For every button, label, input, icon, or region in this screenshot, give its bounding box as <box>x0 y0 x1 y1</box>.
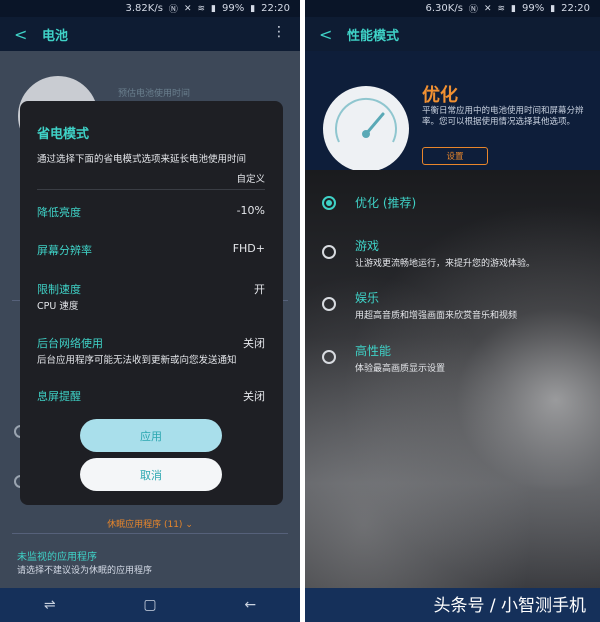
radio-unselected[interactable] <box>322 245 336 259</box>
cancel-button[interactable]: 取消 <box>80 458 222 491</box>
battery-screen: 3.82K/s Ⓝ ✕ ≋ ▮ 99% ▮ 22:20 < 电池 ⋮ 预估电池使… <box>0 0 300 622</box>
dialog-divider <box>37 189 265 190</box>
radio-unselected[interactable] <box>322 297 336 311</box>
back-arrow-icon[interactable]: < <box>14 25 36 44</box>
wifi-icon: ≋ <box>197 3 206 14</box>
chevron-down-icon: ⌄ <box>185 520 193 530</box>
row-screen-off-value: 关闭 <box>243 390 265 403</box>
app-bar: < 电池 ⋮ <box>0 17 300 51</box>
mode-options-list: 优化 (推荐) 游戏 让游戏更流畅地运行，来提升您的游戏体验。 娱乐 用超高音质… <box>305 170 600 588</box>
dialog-description: 通过选择下面的省电模式选项来延长电池使用时间 <box>37 154 247 165</box>
mute-icon: ✕ <box>183 3 192 14</box>
option-description: 用超高音质和增强画面来欣赏音乐和视频 <box>355 311 518 321</box>
option-label: 高性能 <box>355 344 392 358</box>
option-label: 娱乐 <box>355 291 380 305</box>
page-title: 性能模式 <box>347 28 400 44</box>
option-label: 优化 (推荐) <box>355 196 417 210</box>
nfc-icon: Ⓝ <box>468 5 478 15</box>
option-entertainment[interactable]: 娱乐 用超高音质和增强画面来欣赏音乐和视频 <box>305 289 600 339</box>
unmonitored-apps-desc: 请选择不建议设为休眠的应用程序 <box>17 566 153 576</box>
row-brightness-label[interactable]: 降低亮度 <box>37 204 81 220</box>
apply-button[interactable]: 应用 <box>80 419 222 452</box>
status-bar: 3.82K/s Ⓝ ✕ ≋ ▮ 99% ▮ 22:20 <box>0 0 300 17</box>
battery-icon: ▮ <box>250 3 256 14</box>
option-label: 游戏 <box>355 239 380 253</box>
option-description: 让游戏更流畅地运行，来提升您的游戏体验。 <box>355 259 536 269</box>
wifi-icon: ≋ <box>497 3 506 14</box>
row-speed-value: 开 <box>254 283 265 296</box>
radio-unselected[interactable] <box>322 350 336 364</box>
option-game[interactable]: 游戏 让游戏更流畅地运行，来提升您的游戏体验。 <box>305 237 600 287</box>
watermark: 头条号 / 小智测手机 <box>433 596 586 616</box>
row-background-network-sub: 后台应用程序可能无法收到更新或向您发送通知 <box>37 355 237 366</box>
nfc-icon: Ⓝ <box>168 5 178 15</box>
home-icon[interactable]: ▢ <box>143 597 156 613</box>
settings-button[interactable]: 设置 <box>422 147 488 165</box>
signal-icon: ▮ <box>511 3 516 14</box>
app-bar: < 性能模式 <box>305 17 600 51</box>
estimate-label-dimmed: 预估电池使用时间 <box>118 89 191 99</box>
row-background-network-label[interactable]: 后台网络使用 <box>37 335 103 351</box>
status-bar: 6.30K/s Ⓝ ✕ ≋ ▮ 99% ▮ 22:20 <box>305 0 600 17</box>
more-options-icon[interactable]: ⋮ <box>272 25 286 39</box>
signal-icon: ▮ <box>211 3 216 14</box>
mute-icon: ✕ <box>483 3 492 14</box>
custom-link[interactable]: 自定义 <box>236 171 265 185</box>
network-speed: 6.30K/s <box>425 3 463 14</box>
row-speed-sub: CPU 速度 <box>37 301 79 312</box>
clock: 22:20 <box>561 3 590 14</box>
power-saving-dialog: 省电模式 通过选择下面的省电模式选项来延长电池使用时间 自定义 降低亮度 -10… <box>20 101 283 505</box>
battery-level: 99% <box>521 3 545 14</box>
row-screen-off-label[interactable]: 息屏提醒 <box>37 388 81 404</box>
row-resolution-value: FHD+ <box>232 242 265 255</box>
row-speed-label[interactable]: 限制速度 <box>37 281 81 297</box>
radio-selected[interactable] <box>322 196 336 210</box>
divider-2 <box>12 533 288 534</box>
battery-icon: ▮ <box>550 3 556 14</box>
performance-mode-screen: 6.30K/s Ⓝ ✕ ≋ ▮ 99% ▮ 22:20 < 性能模式 优化 平衡… <box>305 0 600 622</box>
nav-bar: ⇌ ▢ ← <box>0 588 300 622</box>
mode-title: 优化 <box>422 85 458 106</box>
network-speed: 3.82K/s <box>125 3 163 14</box>
back-nav-icon[interactable]: ← <box>244 597 256 613</box>
clock: 22:20 <box>261 3 290 14</box>
option-optimized[interactable]: 优化 (推荐) <box>305 190 600 240</box>
sleeping-apps-label: 休眠应用程序 (11) <box>107 520 183 530</box>
mode-header: 优化 平衡日常应用中的电池使用时间和屏幕分辨率。您可以根据使用情况选择其他选项。… <box>305 51 600 172</box>
row-brightness-value: -10% <box>236 204 265 217</box>
row-resolution-label[interactable]: 屏幕分辨率 <box>37 242 92 258</box>
battery-level: 99% <box>221 3 245 14</box>
unmonitored-apps-title[interactable]: 未监视的应用程序 <box>17 548 97 563</box>
mode-description: 平衡日常应用中的电池使用时间和屏幕分辨率。您可以根据使用情况选择其他选项。 <box>422 106 584 127</box>
row-background-network-value: 关闭 <box>243 337 265 350</box>
option-high-performance[interactable]: 高性能 体验最高画质显示设置 <box>305 342 600 392</box>
recent-apps-icon[interactable]: ⇌ <box>44 597 56 613</box>
dialog-title: 省电模式 <box>37 127 90 142</box>
sleeping-apps-link[interactable]: 休眠应用程序 (11) ⌄ <box>0 517 300 530</box>
back-arrow-icon[interactable]: < <box>319 25 341 44</box>
option-description: 体验最高画质显示设置 <box>355 364 446 374</box>
speedometer-icon <box>323 86 409 172</box>
page-title: 电池 <box>42 28 69 44</box>
